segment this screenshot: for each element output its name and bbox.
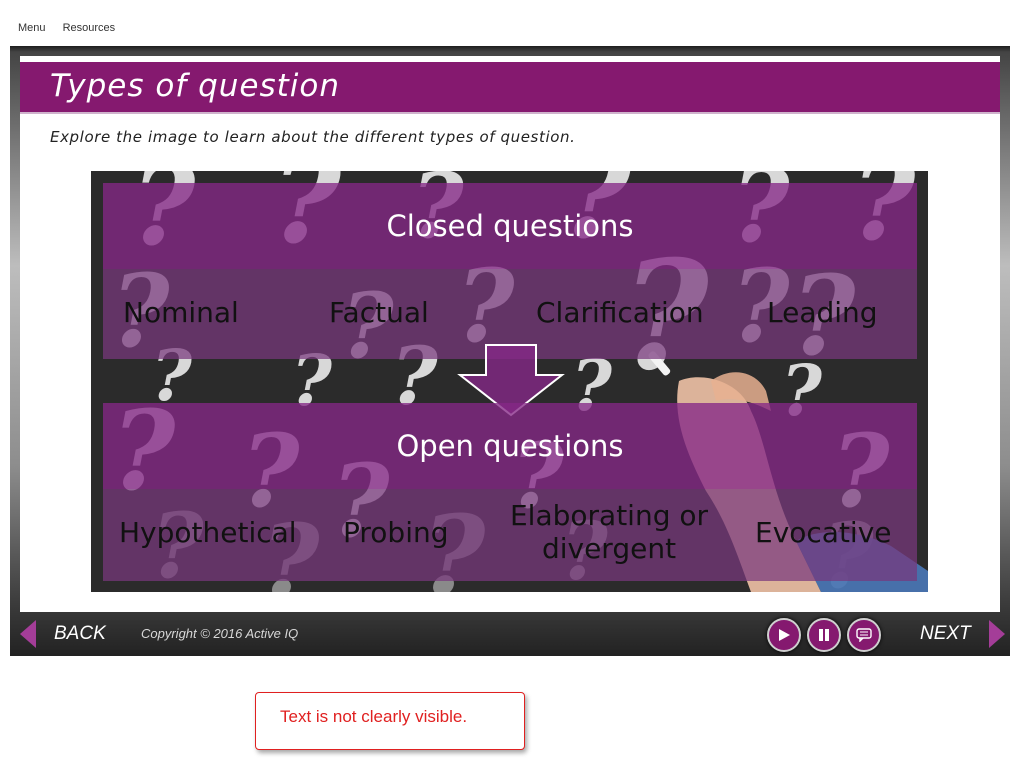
option-nominal[interactable]: Nominal — [123, 296, 239, 329]
option-clarification[interactable]: Clarification — [536, 296, 704, 329]
annotation-callout: Text is not clearly visible. — [255, 692, 525, 750]
option-leading[interactable]: Leading — [767, 296, 878, 329]
option-evocative[interactable]: Evocative — [755, 516, 892, 549]
play-icon — [779, 629, 790, 641]
slide-title: Types of question — [50, 68, 341, 104]
next-button[interactable]: NEXT — [920, 612, 1007, 656]
speech-bubble-icon — [856, 628, 872, 642]
pause-button[interactable] — [807, 618, 841, 652]
open-questions-band: Open questions — [103, 403, 917, 489]
closed-questions-band: Closed questions — [103, 183, 917, 269]
menu-link[interactable]: Menu — [18, 22, 46, 34]
back-label: BACK — [54, 623, 106, 644]
option-hypothetical[interactable]: Hypothetical — [119, 516, 297, 549]
play-button[interactable] — [767, 618, 801, 652]
option-elaborating-or-divergent[interactable]: Elaborating or divergent — [499, 499, 719, 565]
question-types-image: ? ? ? ? ? ? ? ? ? ? ? ? ? ? ? ? ? ? ? ? … — [91, 171, 928, 592]
transcript-button[interactable] — [847, 618, 881, 652]
resources-link[interactable]: Resources — [63, 22, 116, 34]
next-arrow-icon — [988, 620, 1005, 648]
pause-icon — [819, 629, 829, 641]
back-arrow-icon — [20, 620, 36, 648]
player-nav-bar: BACK Copyright © 2016 Active IQ NEXT — [10, 612, 1010, 656]
title-bar: Types of question — [20, 62, 1000, 114]
open-questions-heading[interactable]: Open questions — [103, 403, 917, 489]
option-factual[interactable]: Factual — [329, 296, 429, 329]
open-questions-row: Hypothetical Probing Elaborating or dive… — [103, 489, 917, 581]
closed-questions-heading[interactable]: Closed questions — [103, 183, 917, 269]
option-probing[interactable]: Probing — [343, 516, 449, 549]
course-player: Types of question Explore the image to l… — [10, 46, 1010, 656]
copyright-text: Copyright © 2016 Active IQ — [141, 626, 299, 641]
slide-instruction: Explore the image to learn about the dif… — [50, 128, 576, 146]
annotation-text: Text is not clearly visible. — [280, 707, 468, 726]
next-label: NEXT — [920, 623, 971, 644]
back-button[interactable]: BACK — [18, 612, 106, 656]
slide: Types of question Explore the image to l… — [20, 56, 1000, 612]
top-menu: Menu Resources — [18, 22, 129, 34]
